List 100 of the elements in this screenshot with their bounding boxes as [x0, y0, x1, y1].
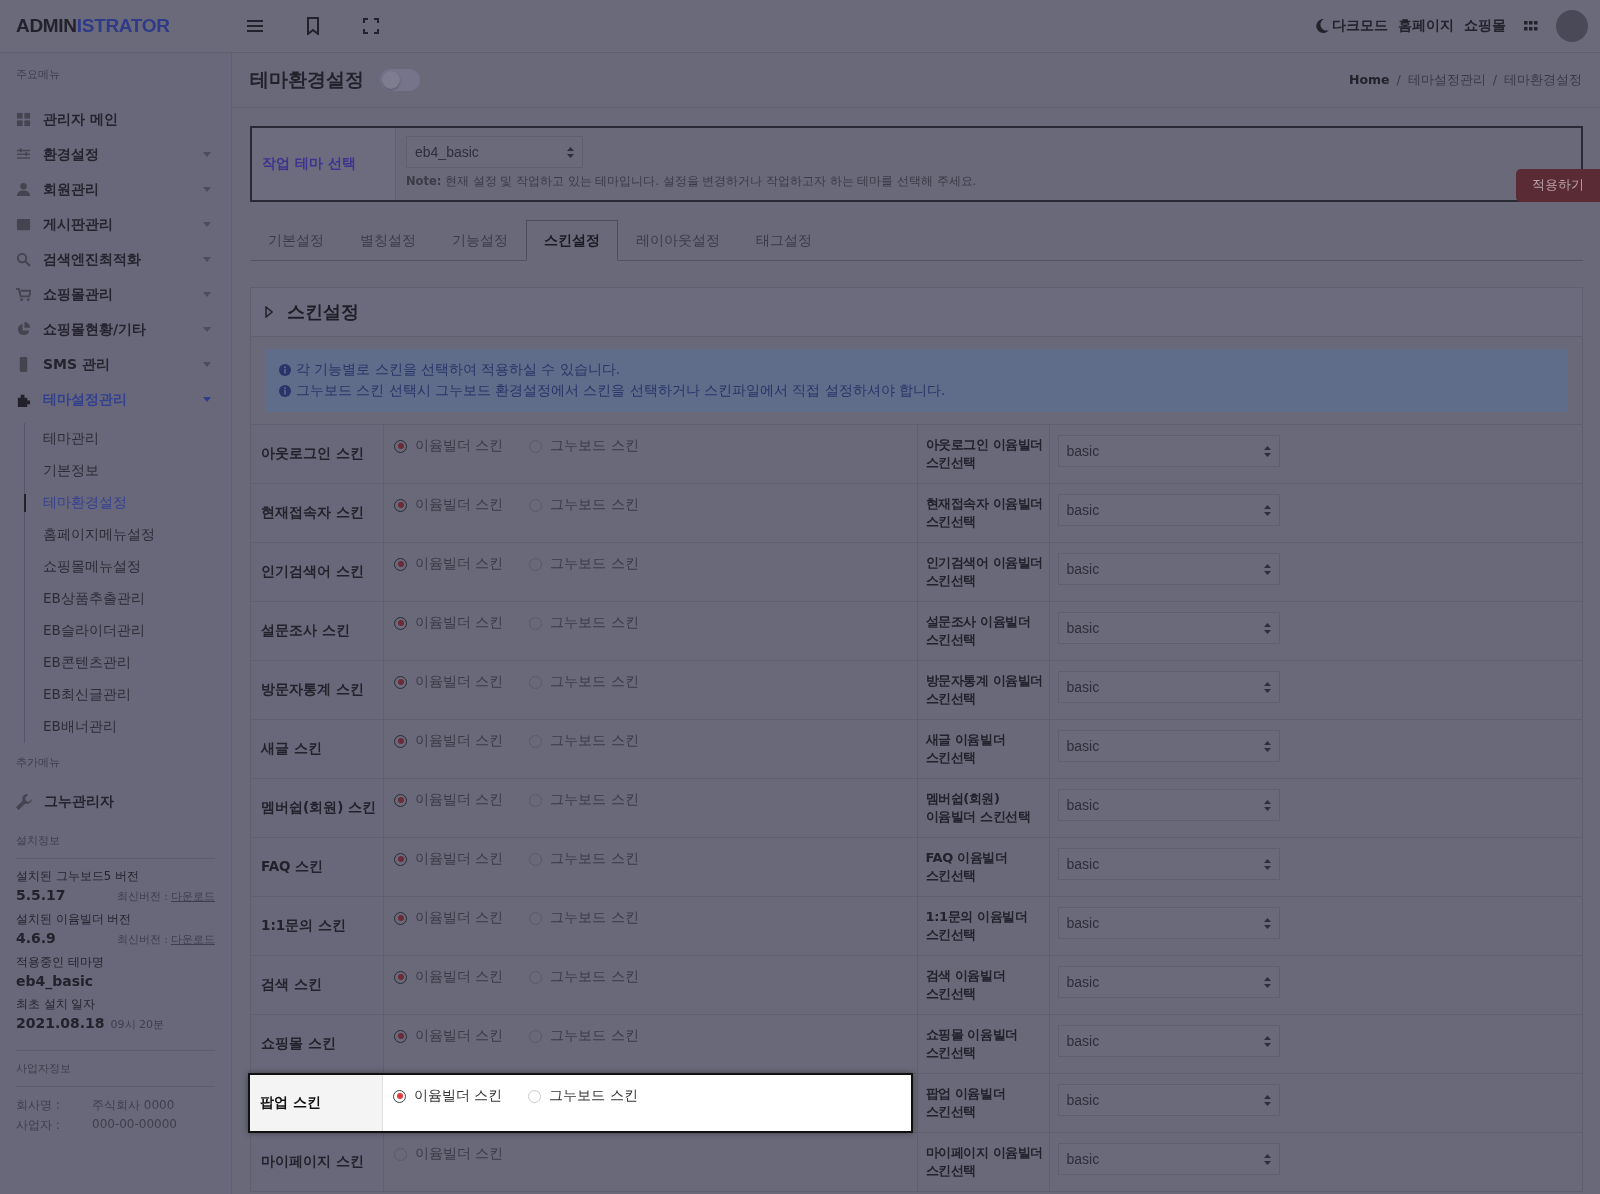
updown-icon [1263, 1153, 1271, 1165]
breadcrumb-item[interactable]: Home [1349, 71, 1390, 89]
panel-title: 스킨설정 [287, 300, 359, 324]
skin-dropdown[interactable]: basic [1057, 671, 1280, 703]
info-value: eb4_basic [16, 973, 94, 989]
submenu-item[interactable]: EB슬라이더관리 [43, 615, 215, 647]
select-label: 마이페이지 이윰빌더 스킨선택 [916, 1133, 1050, 1191]
sidebar-item[interactable]: 그누관리자 [16, 784, 215, 819]
select-label: 1:1문의 이윰빌더 스킨선택 [916, 897, 1050, 955]
info-icon [279, 385, 291, 397]
header-link[interactable]: 다크모드 [1316, 17, 1388, 35]
updown-icon [1263, 681, 1271, 693]
submenu-item[interactable]: 기본정보 [43, 455, 215, 487]
skin-dropdown[interactable]: basic [1057, 730, 1280, 762]
select-label: FAQ 이윰빌더 스킨선택 [916, 838, 1050, 896]
menu-item-icon [16, 252, 31, 267]
updown-icon [1263, 976, 1271, 988]
menu-item-icon [16, 112, 31, 127]
header-link[interactable]: 홈페이지 [1398, 17, 1454, 35]
sidebar-item[interactable]: 회원관리 [16, 172, 215, 207]
select-label: 팝업 이윰빌더 스킨선택 [916, 1074, 1050, 1132]
updown-icon [1263, 858, 1271, 870]
moon-icon [1316, 19, 1329, 33]
breadcrumb-separator: / [1396, 71, 1401, 89]
page-title: 테마환경설정 [250, 67, 364, 92]
header-link[interactable]: 쇼핑몰 [1464, 17, 1506, 35]
row-label: 팝업 스킨 [250, 1075, 383, 1131]
skin-dropdown[interactable]: basic [1057, 553, 1280, 585]
skin-dropdown[interactable]: basic [1057, 789, 1280, 821]
select-label: 인기검색어 이윰빌더 스킨선택 [916, 543, 1050, 601]
info-icon [279, 364, 291, 376]
submenu-item[interactable]: 쇼핑몰메뉴설정 [43, 551, 215, 583]
fullscreen-icon[interactable] [362, 17, 380, 35]
updown-icon [1263, 504, 1271, 516]
menu-item-icon [16, 182, 31, 197]
info-label: 설치된 이윰빌더 버전 [16, 912, 133, 927]
breadcrumb-separator: / [1492, 71, 1497, 89]
skin-dropdown[interactable]: basic [1057, 494, 1280, 526]
submenu-item[interactable]: 홈페이지메뉴설정 [43, 519, 215, 551]
info-value: 2021.08.18 [16, 1015, 105, 1031]
menu-icon[interactable] [246, 17, 264, 35]
submenu-item[interactable]: EB상품추출관리 [43, 583, 215, 615]
sidebar-item[interactable]: 쇼핑몰관리 [16, 277, 215, 312]
updown-icon [1263, 1035, 1271, 1047]
updown-icon [1263, 1094, 1271, 1106]
submenu-item[interactable]: EB최신글관리 [43, 679, 215, 711]
updown-icon [1263, 563, 1271, 575]
sidebar-item[interactable]: SMS 관리 [16, 347, 215, 382]
apply-button[interactable]: 적용하기 [1516, 169, 1600, 202]
updown-icon [567, 146, 574, 158]
info-label: 최초 설치 일자 [16, 997, 97, 1012]
radio-option[interactable]: 그누보드 스킨 [528, 1087, 638, 1105]
skin-dropdown[interactable]: basic [1057, 966, 1280, 998]
menu-item-icon [16, 147, 31, 162]
select-label: 현재접속자 이윰빌더 스킨선택 [916, 484, 1050, 542]
updown-icon [1263, 622, 1271, 634]
select-label: 검색 이윰빌더 스킨선택 [916, 956, 1050, 1014]
submenu-item[interactable]: EB콘텐츠관리 [43, 647, 215, 679]
skin-dropdown[interactable]: basic [1057, 1143, 1280, 1175]
apps-grid-icon[interactable] [1524, 21, 1538, 31]
skin-dropdown[interactable]: basic [1057, 1084, 1280, 1116]
sidebar-item[interactable]: 검색엔진최적화 [16, 242, 215, 277]
sidebar-item[interactable]: 쇼핑몰현황/기타 [16, 312, 215, 347]
skin-dropdown[interactable]: basic [1057, 435, 1280, 467]
skin-dropdown[interactable]: basic [1057, 848, 1280, 880]
select-label: 쇼핑몰 이윰빌더 스킨선택 [916, 1015, 1050, 1073]
updown-icon [1263, 917, 1271, 929]
select-label: 멤버쉽(회원) 이윰빌더 스킨선택 [916, 779, 1050, 837]
toggle-switch[interactable] [380, 69, 420, 91]
menu-item-icon [16, 287, 31, 302]
menu-item-icon [16, 322, 31, 337]
info-label: 적용중인 테마명 [16, 955, 105, 970]
skin-dropdown[interactable]: basic [1057, 612, 1280, 644]
skin-dropdown[interactable]: basic [1057, 907, 1280, 939]
updown-icon [1263, 799, 1271, 811]
menu-item-icon [16, 217, 31, 232]
triangle-icon[interactable] [265, 306, 273, 318]
skin-dropdown[interactable]: basic [1057, 1025, 1280, 1057]
field-label: 작업 테마 선택 [252, 128, 396, 200]
tab[interactable]: 스킨설정 [526, 220, 618, 261]
radio-option[interactable]: 이윰빌더 스킨 [393, 1087, 503, 1105]
updown-icon [1263, 740, 1271, 752]
theme-dropdown[interactable]: eb4_basic [406, 136, 583, 168]
bookmark-icon[interactable] [304, 17, 322, 35]
updown-icon [1263, 445, 1271, 457]
avatar[interactable] [1556, 10, 1588, 42]
submenu-item[interactable]: 테마관리 [43, 423, 215, 455]
sidebar-item[interactable]: 관리자 메인 [16, 102, 215, 137]
menu-item-icon [16, 392, 31, 407]
info-value: 4.6.9 [16, 930, 56, 946]
info-label: 설치된 그누보드5 버전 [16, 869, 140, 884]
info-value: 5.5.17 [16, 887, 66, 903]
wrench-icon [16, 793, 32, 810]
submenu-item[interactable]: EB배너관리 [43, 711, 215, 743]
select-label: 설문조사 이윰빌더 스킨선택 [916, 602, 1050, 660]
sidebar-item[interactable]: 환경설정 [16, 137, 215, 172]
select-label: 새글 이윰빌더 스킨선택 [916, 720, 1050, 778]
logo[interactable]: ADMINISTRATOR [0, 15, 232, 37]
select-label: 방문자통계 이윰빌더 스킨선택 [916, 661, 1050, 719]
sidebar-item[interactable]: 게시판관리 [16, 207, 215, 242]
